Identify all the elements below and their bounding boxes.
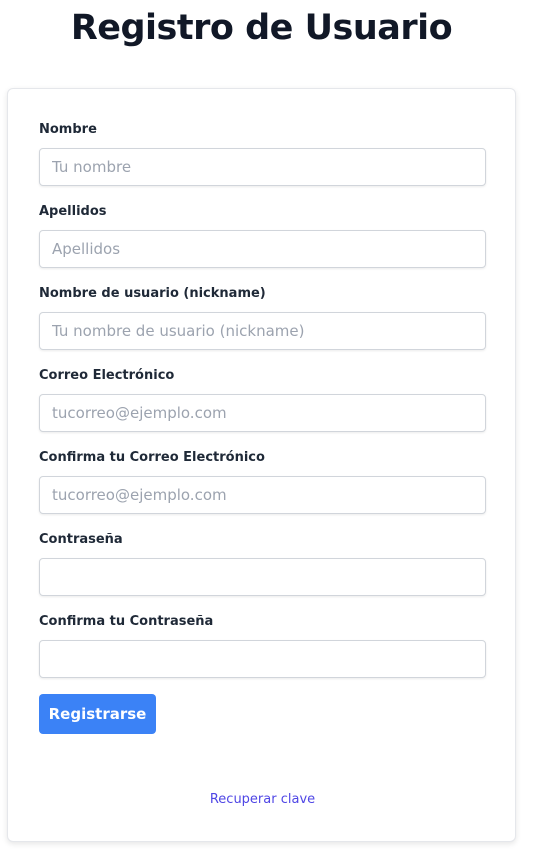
page-title: Registro de Usuario bbox=[70, 8, 453, 48]
password-label: Contraseña bbox=[39, 532, 123, 547]
email-input[interactable] bbox=[39, 394, 486, 432]
first-name-label: Nombre bbox=[39, 122, 97, 137]
nickname-input[interactable] bbox=[39, 312, 486, 350]
confirm-email-label: Confirma tu Correo Electrónico bbox=[39, 450, 265, 465]
confirm-password-input[interactable] bbox=[39, 640, 486, 678]
last-name-label: Apellidos bbox=[39, 204, 107, 219]
last-name-input[interactable] bbox=[39, 230, 486, 268]
registration-card: Nombre Apellidos Nombre de usuario (nick… bbox=[7, 88, 516, 842]
confirm-email-input[interactable] bbox=[39, 476, 486, 514]
recover-password-link[interactable]: Recuperar clave bbox=[8, 791, 517, 809]
register-button[interactable]: Registrarse bbox=[39, 694, 156, 734]
email-label: Correo Electrónico bbox=[39, 368, 175, 383]
confirm-password-label: Confirma tu Contraseña bbox=[39, 614, 214, 629]
nickname-label: Nombre de usuario (nickname) bbox=[39, 286, 266, 301]
first-name-input[interactable] bbox=[39, 148, 486, 186]
password-input[interactable] bbox=[39, 558, 486, 596]
